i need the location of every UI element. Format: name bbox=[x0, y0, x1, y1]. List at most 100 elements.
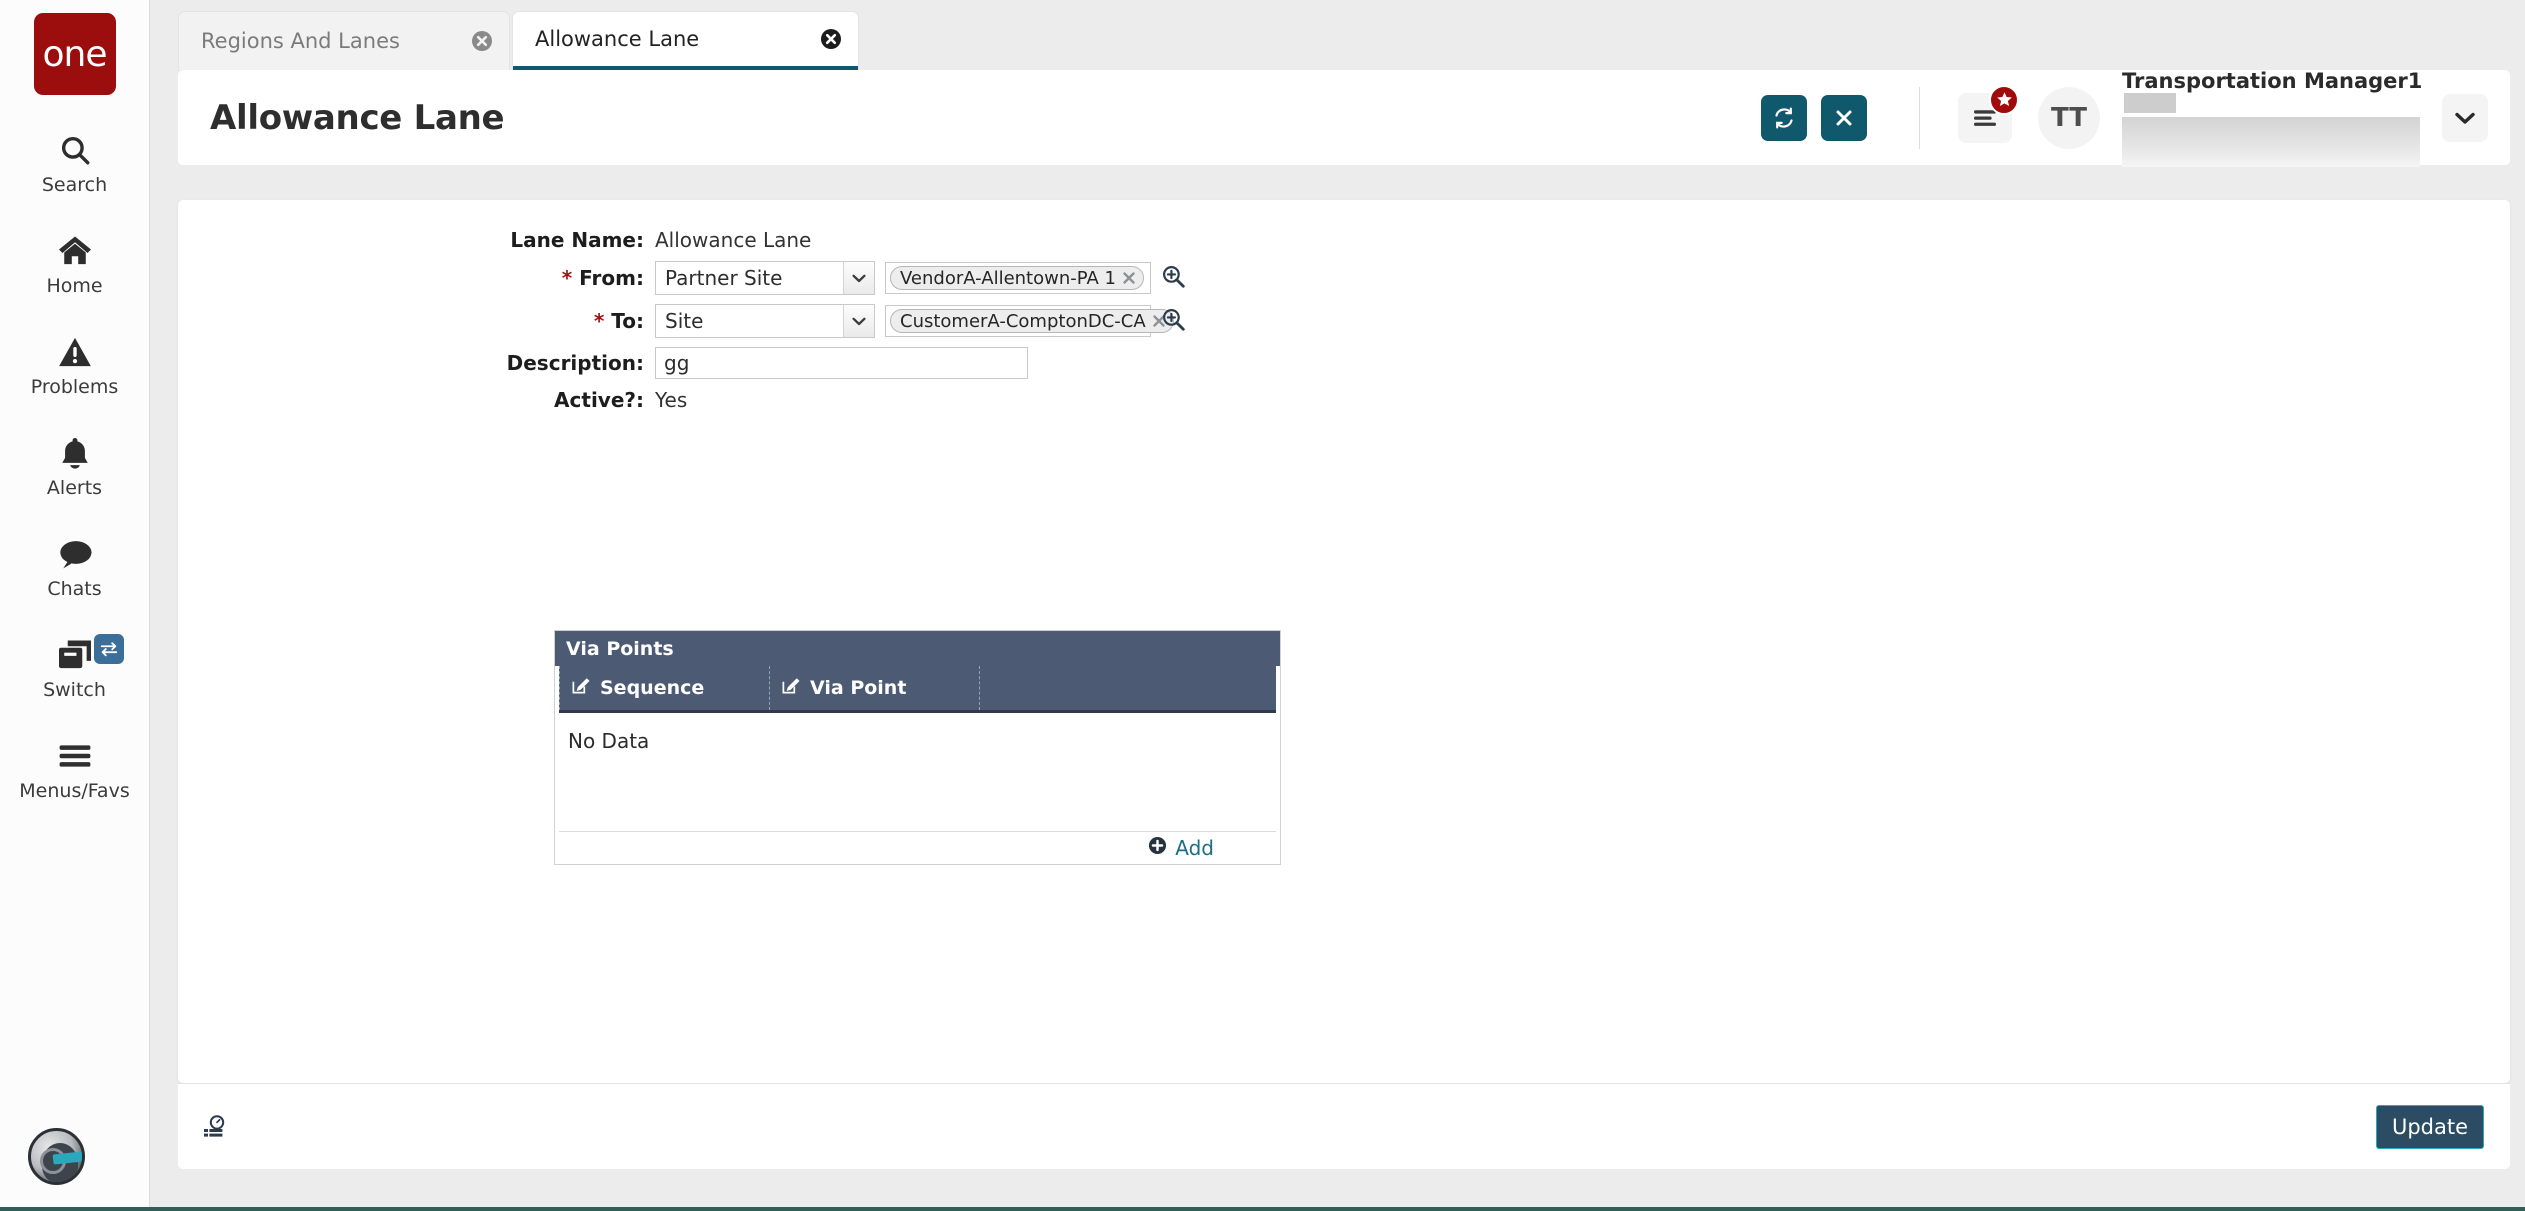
refresh-button[interactable] bbox=[1761, 94, 1807, 141]
user-name: Transportation Manager1 bbox=[2122, 68, 2423, 93]
redacted-company-block bbox=[2122, 116, 2420, 167]
hamburger-icon bbox=[57, 735, 93, 777]
avatar[interactable]: TT bbox=[2038, 86, 2100, 149]
description-label: Description: bbox=[506, 351, 644, 375]
close-circle-icon[interactable] bbox=[431, 30, 493, 52]
sidebar-item-menus-favs[interactable]: Menus/Favs bbox=[0, 735, 150, 802]
edit-pencil-icon bbox=[571, 676, 590, 700]
via-points-body: No Data bbox=[559, 713, 1276, 832]
page-title: Allowance Lane bbox=[210, 97, 505, 138]
main-content-card: Lane Name: Allowance Lane * From: Partne… bbox=[178, 200, 2510, 1083]
column-header-label: Sequence bbox=[600, 677, 705, 699]
swap-arrows-icon[interactable] bbox=[93, 634, 124, 664]
from-type-value: Partner Site bbox=[665, 266, 783, 290]
from-chip[interactable]: VendorA-Allentown-PA 1 bbox=[890, 266, 1144, 290]
tab-regions-and-lanes[interactable]: Regions And Lanes bbox=[179, 12, 509, 70]
edit-pencil-icon bbox=[781, 676, 800, 700]
bell-icon bbox=[59, 432, 91, 474]
star-icon bbox=[1989, 84, 2019, 115]
close-circle-icon[interactable] bbox=[780, 28, 842, 50]
form-row-to: * To: Site CustomerA-ComptonDC-CA bbox=[178, 304, 2510, 338]
column-header-sequence[interactable]: Sequence bbox=[559, 666, 769, 710]
to-chip[interactable]: CustomerA-ComptonDC-CA bbox=[890, 309, 1174, 333]
header-actions: TT Transportation Manager1 bbox=[1747, 69, 2510, 167]
chevron-down-icon[interactable] bbox=[843, 305, 874, 337]
add-label: Add bbox=[1175, 836, 1214, 860]
required-asterisk: * bbox=[593, 309, 605, 333]
form-row-description: Description: bbox=[178, 347, 2510, 379]
gauge-list-icon[interactable] bbox=[201, 1114, 227, 1140]
update-button[interactable]: Update bbox=[2376, 1104, 2484, 1149]
from-type-select[interactable]: Partner Site bbox=[655, 261, 875, 295]
menus-favs-button[interactable] bbox=[1958, 84, 2019, 143]
column-header-via-point[interactable]: Via Point bbox=[769, 666, 979, 710]
to-chip-label: CustomerA-ComptonDC-CA bbox=[900, 310, 1146, 332]
from-chip-label: VendorA-Allentown-PA 1 bbox=[900, 267, 1116, 289]
tab-strip: Regions And Lanes Allowance Lane bbox=[163, 0, 2525, 70]
avatar-initials: TT bbox=[2050, 102, 2088, 133]
to-type-select[interactable]: Site bbox=[655, 304, 875, 338]
lane-name-value: Allowance Lane bbox=[655, 228, 812, 252]
warning-triangle-icon bbox=[58, 331, 92, 373]
sidebar-item-label: Chats bbox=[47, 578, 102, 600]
lane-name-label: Lane Name: bbox=[510, 228, 644, 252]
tab-label: Allowance Lane bbox=[535, 27, 700, 51]
from-label: * From: bbox=[178, 266, 655, 290]
sidebar-item-label: Home bbox=[46, 275, 103, 297]
sidebar-item-chats[interactable]: Chats bbox=[0, 533, 150, 600]
active-label: Active?: bbox=[554, 388, 644, 412]
tab-label: Regions And Lanes bbox=[201, 29, 400, 53]
via-points-grid: Sequence Via Point No Data Add bbox=[555, 666, 1280, 864]
sidebar-item-label: Problems bbox=[30, 376, 119, 398]
lane-form: Lane Name: Allowance Lane * From: Partne… bbox=[178, 200, 2510, 412]
header-divider bbox=[1919, 86, 1920, 149]
chevron-down-icon[interactable] bbox=[843, 262, 874, 294]
plus-circle-icon bbox=[1148, 836, 1167, 860]
sidebar-item-home[interactable]: Home bbox=[0, 230, 150, 297]
brand-logo-text: one bbox=[42, 33, 108, 75]
bottom-accent-strip bbox=[0, 1207, 2525, 1211]
magnifier-plus-icon bbox=[1161, 307, 1186, 335]
page-header-bar: Allowance Lane TT Transportation Manager… bbox=[178, 69, 2510, 167]
sidebar-item-alerts[interactable]: Alerts bbox=[0, 432, 150, 499]
brand-logo[interactable]: one bbox=[33, 13, 116, 95]
x-icon[interactable] bbox=[1122, 271, 1136, 285]
close-button[interactable] bbox=[1821, 94, 1867, 141]
from-value-field[interactable]: VendorA-Allentown-PA 1 bbox=[885, 262, 1151, 294]
via-points-footer: Add bbox=[559, 832, 1276, 864]
ai-assistant-avatar[interactable] bbox=[28, 1128, 85, 1185]
add-via-point-button[interactable]: Add bbox=[1148, 836, 1214, 860]
via-points-header-row: Sequence Via Point bbox=[559, 666, 1276, 713]
required-asterisk: * bbox=[561, 266, 573, 290]
sidebar-item-problems[interactable]: Problems bbox=[0, 331, 150, 398]
form-row-active: Active?: Yes bbox=[178, 388, 2510, 412]
left-sidebar: one Search Home Problems Alerts Chats Sw… bbox=[0, 0, 150, 1211]
chevron-down-icon[interactable] bbox=[2442, 93, 2488, 142]
sidebar-item-label: Alerts bbox=[46, 477, 103, 499]
sidebar-item-switch[interactable]: Switch bbox=[0, 634, 150, 701]
redacted-inline-block bbox=[2124, 92, 2176, 113]
windows-stack-icon bbox=[57, 634, 93, 676]
to-value-field[interactable]: CustomerA-ComptonDC-CA bbox=[885, 305, 1174, 337]
via-points-panel: Via Points Sequence Via Point No Data Ad… bbox=[554, 630, 1281, 865]
empty-state-text: No Data bbox=[568, 729, 650, 753]
to-lookup-button[interactable] bbox=[1161, 307, 1186, 335]
from-lookup-button[interactable] bbox=[1161, 264, 1186, 292]
chat-bubble-icon bbox=[57, 533, 93, 575]
column-header-label: Via Point bbox=[810, 677, 907, 699]
sidebar-item-search[interactable]: Search bbox=[0, 129, 150, 196]
sidebar-item-label: Switch bbox=[43, 679, 106, 701]
footer-bar: Update bbox=[178, 1083, 2510, 1169]
tab-allowance-lane[interactable]: Allowance Lane bbox=[513, 12, 858, 70]
via-points-title: Via Points bbox=[555, 631, 1280, 666]
form-row-lane-name: Lane Name: Allowance Lane bbox=[178, 228, 2510, 252]
active-value: Yes bbox=[655, 388, 688, 412]
form-row-from: * From: Partner Site VendorA-Allentown-P… bbox=[178, 261, 2510, 295]
from-label-text: From: bbox=[579, 266, 644, 290]
home-icon bbox=[57, 230, 93, 272]
user-info-block: Transportation Manager1 bbox=[2122, 69, 2422, 167]
magnifier-plus-icon bbox=[1161, 264, 1186, 292]
avatar-visor-shape bbox=[52, 1151, 82, 1165]
description-input[interactable] bbox=[655, 347, 1028, 379]
to-type-value: Site bbox=[665, 309, 704, 333]
